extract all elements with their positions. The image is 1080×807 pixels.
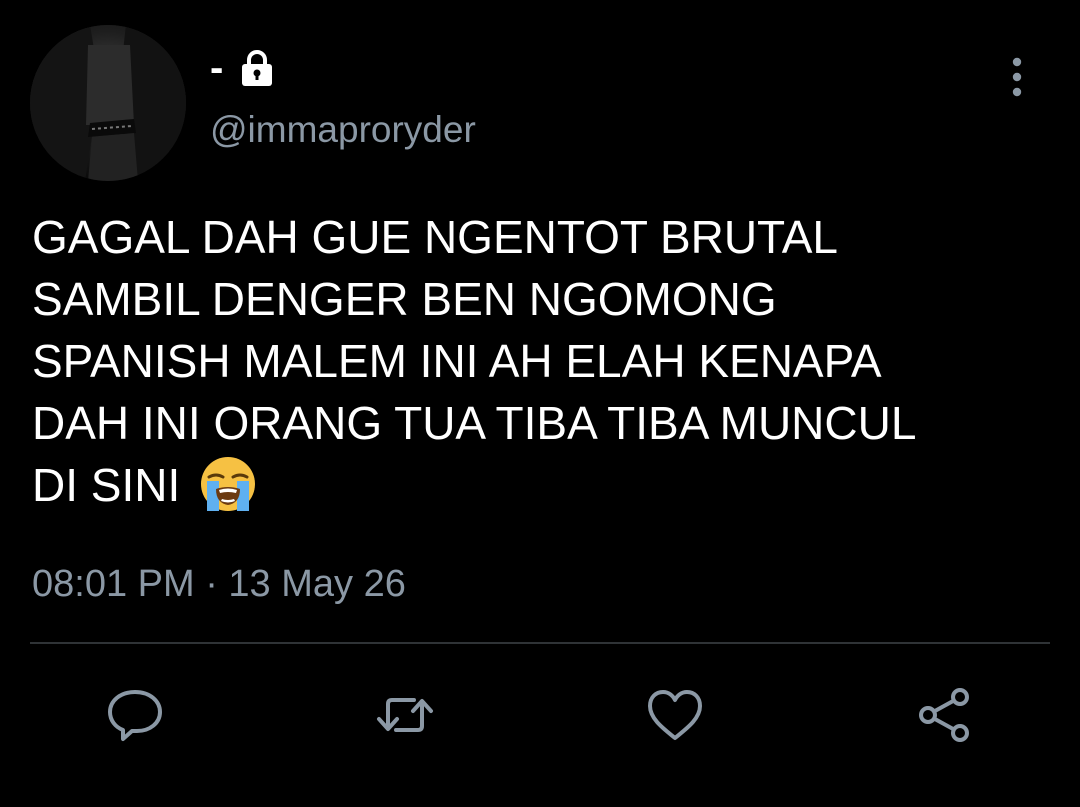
share-button[interactable] [910, 680, 980, 750]
tweet-timestamp[interactable]: 08:01 PM · 13 May 26 [32, 562, 406, 608]
action-bar [0, 680, 1080, 750]
user-handle[interactable]: @immaproryder [210, 108, 476, 152]
avatar[interactable] [30, 25, 186, 181]
retweet-icon [377, 698, 433, 732]
more-vertical-icon [1012, 57, 1022, 97]
reply-button[interactable] [100, 680, 170, 750]
tweet-text: GAGAL DAH GUE NGENTOT BRUTAL SAMBIL DENG… [32, 206, 1062, 516]
tweet-text-body: GAGAL DAH GUE NGENTOT BRUTAL SAMBIL DENG… [32, 211, 917, 511]
avatar-image [30, 25, 186, 181]
more-options-button[interactable] [995, 55, 1039, 99]
display-name[interactable]: - [210, 40, 277, 96]
tweet-card: - @immaproryder GAGAL DAH GUE NGENTOT BR… [0, 0, 1080, 807]
share-icon [919, 688, 969, 742]
lock-icon [237, 48, 277, 88]
loudly-crying-face-icon [199, 455, 257, 513]
divider [30, 642, 1050, 644]
display-name-text: - [210, 46, 224, 90]
reply-icon [108, 690, 162, 741]
like-button[interactable] [640, 680, 710, 750]
heart-icon [648, 690, 702, 740]
retweet-button[interactable] [370, 680, 440, 750]
